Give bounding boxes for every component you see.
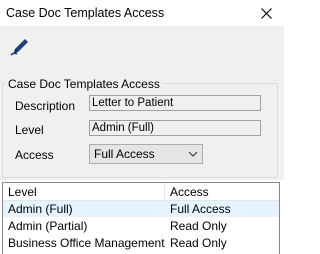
toolbar bbox=[0, 26, 284, 68]
row-access: Full Access bbox=[170, 202, 231, 216]
group-legend: Case Doc Templates Access bbox=[6, 77, 162, 91]
pen-edit-icon bbox=[10, 39, 28, 56]
close-button[interactable] bbox=[254, 2, 278, 24]
table-row[interactable]: Admin (Full) Full Access bbox=[3, 201, 279, 217]
edit-button[interactable] bbox=[3, 29, 37, 63]
description-field: Letter to Patient bbox=[89, 95, 261, 111]
access-list[interactable]: Level Access Admin (Full) Full Access Ad… bbox=[2, 182, 280, 254]
access-label: Access bbox=[15, 148, 54, 162]
column-header-level-label: Level bbox=[8, 185, 37, 199]
row-level: Business Office Management bbox=[8, 236, 165, 250]
row-level: Admin (Full) bbox=[8, 202, 73, 216]
table-row[interactable]: Admin (Partial) Read Only bbox=[3, 218, 279, 234]
close-icon bbox=[260, 7, 272, 19]
table-row[interactable]: Business Office Management Read Only bbox=[3, 235, 279, 251]
access-dropdown[interactable]: Full Access bbox=[89, 144, 203, 164]
column-header-level[interactable]: Level bbox=[3, 183, 165, 200]
level-field: Admin (Full) bbox=[89, 120, 261, 136]
row-access: Read Only bbox=[170, 236, 227, 250]
window-title: Case Doc Templates Access bbox=[6, 6, 165, 20]
row-access: Read Only bbox=[170, 219, 227, 233]
column-header-access-label: Access bbox=[170, 185, 209, 199]
list-header: Level Access bbox=[3, 183, 279, 201]
chevron-down-icon bbox=[188, 151, 198, 157]
title-bar: Case Doc Templates Access bbox=[0, 0, 284, 26]
level-label: Level bbox=[15, 123, 44, 137]
description-label: Description bbox=[15, 99, 76, 113]
row-level: Admin (Partial) bbox=[8, 219, 88, 233]
access-dropdown-value: Full Access bbox=[94, 147, 155, 161]
